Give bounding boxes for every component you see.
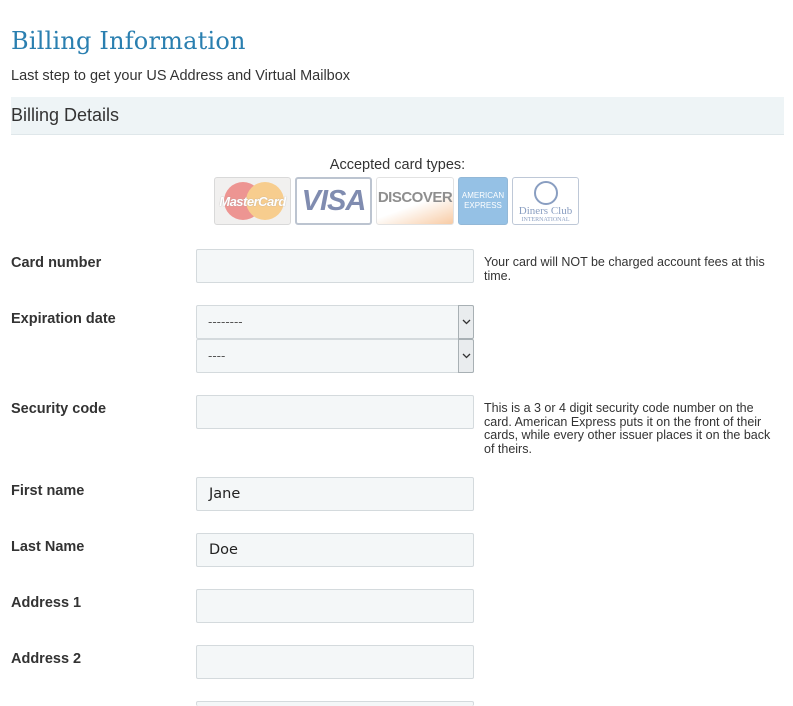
mastercard-text: MasterCard — [219, 193, 286, 209]
card-number-help: Your card will NOT be charged account fe… — [484, 255, 765, 283]
expiration-year-select[interactable]: ---- — [196, 339, 474, 373]
visa-text: VISA — [301, 184, 367, 217]
page-title: Billing Information — [11, 27, 246, 55]
expiration-label: Expiration date — [11, 311, 116, 327]
visa-icon: VISA — [295, 177, 372, 225]
security-code-help: This is a 3 or 4 digit security code num… — [484, 401, 771, 456]
expiration-month-value: -------- — [208, 315, 243, 329]
last-name-input[interactable]: Doe — [196, 533, 474, 567]
address2-label: Address 2 — [11, 651, 82, 667]
accepted-cards-label: Accepted card types: — [329, 157, 466, 173]
chevron-down-icon[interactable] — [458, 305, 474, 339]
discover-icon: DISCOVER — [376, 177, 454, 225]
section-title: Billing Details — [11, 105, 120, 125]
expiration-year-value: ---- — [208, 349, 226, 363]
page-subtitle: Last step to get your US Address and Vir… — [11, 68, 351, 84]
address1-label: Address 1 — [11, 595, 82, 611]
first-name-label: First name — [11, 483, 85, 499]
security-code-input[interactable] — [196, 395, 474, 429]
chevron-down-icon[interactable] — [458, 339, 474, 373]
amex-icon: AMERICAN EXPRESS — [458, 177, 508, 225]
diners-club-icon: Diners Club INTERNATIONAL — [512, 177, 579, 225]
diners-subtext: INTERNATIONAL — [521, 217, 570, 223]
discover-text: DISCOVER — [377, 188, 453, 206]
card-number-label: Card number — [11, 255, 102, 271]
security-code-label: Security code — [11, 401, 107, 417]
mastercard-icon: MasterCard — [214, 177, 291, 225]
section-header: Billing Details — [11, 97, 784, 135]
address2-input[interactable] — [196, 645, 474, 679]
card-number-input[interactable] — [196, 249, 474, 283]
address1-input[interactable] — [196, 589, 474, 623]
card-logos: MasterCard VISA DISCOVER AMERICAN EXPRES… — [214, 177, 579, 225]
next-field-input[interactable] — [196, 701, 474, 706]
amex-text: AMERICAN EXPRESS — [461, 191, 505, 210]
diners-text: Diners Club — [518, 205, 573, 217]
first-name-input[interactable]: Jane — [196, 477, 474, 511]
last-name-label: Last Name — [11, 539, 85, 555]
expiration-month-select[interactable]: -------- — [196, 305, 474, 339]
